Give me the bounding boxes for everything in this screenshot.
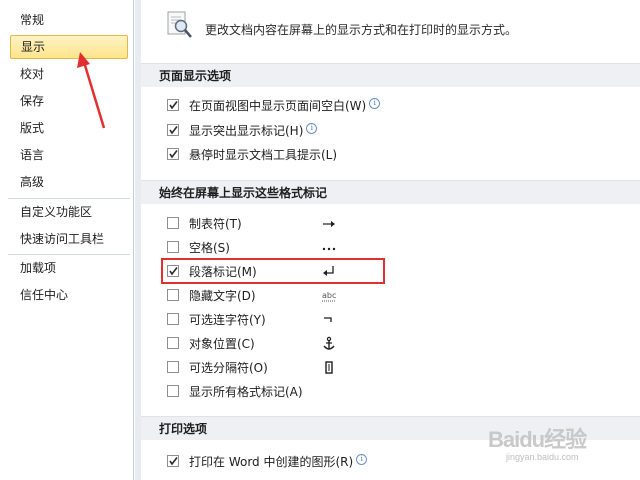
section-format-marks: 始终在屏幕上显示这些格式标记 <box>141 180 640 204</box>
sidebar-divider <box>8 198 130 199</box>
option-label: 悬停时显示文档工具提示(L) <box>189 148 338 162</box>
red-highlight-box <box>161 258 385 284</box>
option-label: 打印在 Word 中创建的图形(R) <box>189 455 354 469</box>
checkbox[interactable] <box>167 217 179 229</box>
hidden-text-icon: abc <box>322 291 336 302</box>
sidebar-item-quick-access-toolbar[interactable]: 快速访问工具栏 <box>10 227 128 251</box>
document-magnifier-icon <box>167 11 192 38</box>
watermark-url: jingyan.baidu.com <box>506 452 579 462</box>
sidebar-item-customize-ribbon[interactable]: 自定义功能区 <box>10 200 128 224</box>
info-icon: i <box>306 123 318 134</box>
checkbox[interactable] <box>167 313 179 325</box>
option-label: 显示突出显示标记(H) <box>189 124 304 138</box>
sidebar-item-trust-center[interactable]: 信任中心 <box>10 283 128 307</box>
svg-text:abc: abc <box>322 291 336 300</box>
info-icon: i <box>356 454 368 465</box>
option-label: 在页面视图中显示页面间空白(W) <box>189 99 367 113</box>
sidebar-item-general[interactable]: 常规 <box>10 8 128 32</box>
red-arrow-annotation <box>77 52 106 129</box>
option-label: 显示所有格式标记(A) <box>189 385 303 399</box>
checkbox[interactable] <box>167 148 179 160</box>
checkbox[interactable] <box>167 337 179 349</box>
optional-hyphen-icon <box>324 317 332 322</box>
checkbox[interactable] <box>167 99 179 111</box>
option-label: 可选分隔符(O) <box>189 361 268 375</box>
option-label: 空格(S) <box>189 241 230 255</box>
sidebar-divider <box>8 254 130 255</box>
option-label: 对象位置(C) <box>189 337 255 351</box>
sidebar-item-advanced[interactable]: 高级 <box>10 170 128 194</box>
baidu-watermark: Baidu经验 jingyan.baidu.com <box>488 418 628 468</box>
option-label: 可选连字符(Y) <box>189 313 266 327</box>
sidebar-item-language[interactable]: 语言 <box>10 143 128 167</box>
space-dots-icon <box>322 247 336 251</box>
option-label: 隐藏文字(D) <box>189 289 256 303</box>
checkbox[interactable] <box>167 124 179 136</box>
header-description: 更改文档内容在屏幕上的显示方式和在打印时的显示方式。 <box>205 23 518 37</box>
checkbox[interactable] <box>167 361 179 373</box>
option-label: 制表符(T) <box>189 217 242 231</box>
display-options-panel: 更改文档内容在屏幕上的显示方式和在打印时的显示方式。 页面显示选项 在页面视图中… <box>135 0 640 480</box>
watermark-brand: Baidu经验 <box>488 427 587 452</box>
info-icon: i <box>369 98 381 109</box>
anchor-icon <box>323 336 335 350</box>
checkbox[interactable] <box>167 385 179 397</box>
checkbox[interactable] <box>167 241 179 253</box>
section-page-display-options: 页面显示选项 <box>141 63 640 87</box>
tab-arrow-icon <box>323 221 335 227</box>
checkbox[interactable] <box>167 289 179 301</box>
sidebar-item-add-ins[interactable]: 加载项 <box>10 256 128 280</box>
checkbox[interactable] <box>167 455 179 467</box>
separator-icon <box>325 361 333 374</box>
